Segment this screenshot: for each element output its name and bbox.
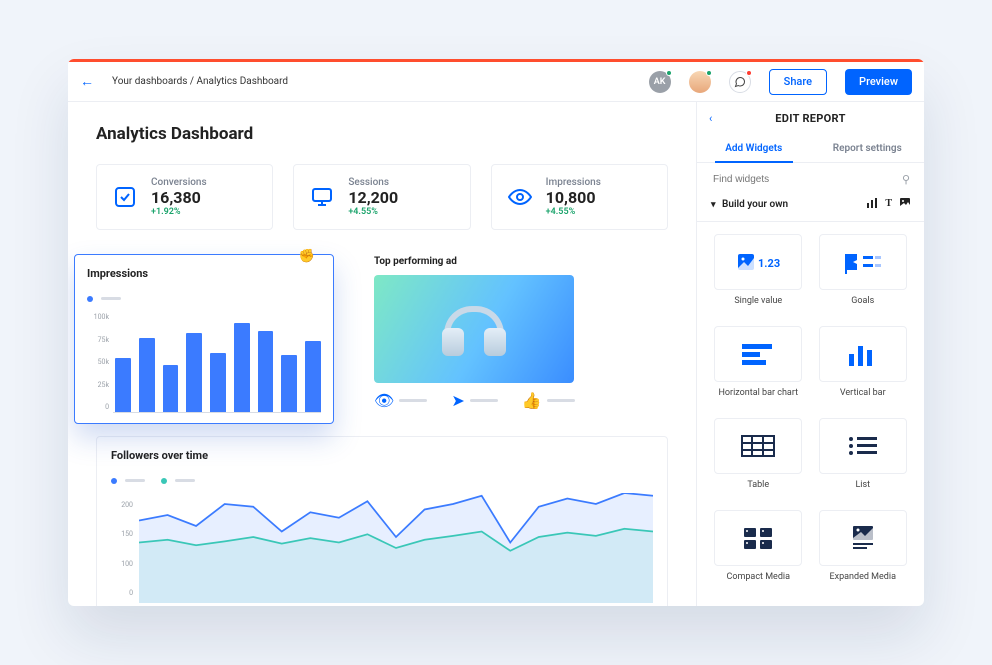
top-ad-card[interactable]: Top performing ad 👁 ➤ 👍 (374, 252, 668, 410)
bar (210, 353, 226, 413)
back-arrow-icon[interactable]: ← (80, 73, 94, 90)
impressions-bar-chart: 100k75k50k25k0 (87, 313, 321, 413)
widget-vertical-bar[interactable]: Vertical bar (816, 326, 911, 408)
bar (186, 333, 202, 413)
kpi-change: +4.55% (546, 207, 601, 217)
widget-list[interactable]: Compact Media List (816, 418, 911, 500)
search-icon: ⚲ (902, 173, 910, 186)
chevron-down-icon: ▾ (711, 200, 716, 210)
kpi-row: Conversions 16,380 +1.92% Sessions 12,20… (96, 164, 668, 230)
widget-compact-media[interactable]: Compact Media (711, 510, 806, 592)
svg-text:1.23: 1.23 (758, 257, 780, 270)
legend-bar-icon (101, 297, 121, 300)
widget-expanded-media[interactable]: Expanded Media (816, 510, 911, 592)
bar (163, 365, 179, 413)
kpi-sessions[interactable]: Sessions 12,200 +4.55% (293, 164, 470, 230)
widget-goals[interactable]: Goals (816, 234, 911, 316)
widget-table[interactable]: Table (711, 418, 806, 500)
followers-chart-card[interactable]: Followers over time 2001501000 (96, 436, 668, 606)
bar (139, 338, 155, 413)
widget-horizontal-bar[interactable]: Horizontal bar chart (711, 326, 806, 408)
impressions-chart-card[interactable]: ✊ Impressions 100k75k50k25k0 (74, 254, 334, 424)
main-content: Analytics Dashboard Conversions 16,380 +… (68, 102, 696, 606)
widget-grid: 1.23 Single value Goals Horizontal bar c… (697, 222, 924, 606)
tab-report-settings[interactable]: Report settings (811, 135, 925, 162)
avatar-initials: AK (654, 77, 666, 87)
bar-chart-icon[interactable] (867, 198, 877, 211)
app-window: ← Your dashboards / Analytics Dashboard … (68, 59, 924, 606)
legend-bar-icon (125, 479, 145, 482)
widget-search[interactable]: ⚲ (697, 163, 924, 192)
notification-dot-icon (746, 70, 752, 76)
kpi-conversions[interactable]: Conversions 16,380 +1.92% (96, 164, 273, 230)
avatar-user-1[interactable]: AK (649, 71, 671, 93)
card-title: Impressions (87, 267, 321, 280)
breadcrumb[interactable]: Your dashboards / Analytics Dashboard (112, 76, 288, 87)
kpi-value: 10,800 (546, 188, 601, 207)
monitor-icon (308, 183, 336, 211)
kpi-impressions[interactable]: Impressions 10,800 +4.55% (491, 164, 668, 230)
widget-single-value[interactable]: 1.23 Single value (711, 234, 806, 316)
kpi-label: Impressions (546, 177, 601, 188)
legend-dot-icon (111, 478, 117, 484)
legend-dot-icon (161, 478, 167, 484)
kpi-change: +1.92% (151, 207, 207, 217)
tab-add-widgets[interactable]: Add Widgets (697, 135, 811, 162)
page-title: Analytics Dashboard (96, 124, 668, 144)
kpi-label: Conversions (151, 177, 207, 188)
status-dot-icon (706, 70, 712, 76)
search-input[interactable] (711, 173, 902, 186)
panel-title: EDIT REPORT (775, 112, 845, 125)
avatar-user-2[interactable] (689, 71, 711, 93)
chevron-left-icon[interactable]: ‹ (709, 112, 712, 125)
card-title: Followers over time (111, 449, 653, 462)
bar (258, 331, 274, 413)
bar (234, 323, 250, 413)
thumbs-up-icon: 👍 (522, 391, 542, 410)
header-bar: ← Your dashboards / Analytics Dashboard … (68, 62, 924, 102)
share-button[interactable]: Share (769, 69, 827, 95)
image-icon[interactable] (900, 198, 910, 211)
bar (115, 358, 131, 413)
kpi-change: +4.55% (348, 207, 398, 217)
bar (281, 355, 297, 413)
bar (305, 341, 321, 413)
kpi-value: 12,200 (348, 188, 398, 207)
legend-bar-icon (175, 479, 195, 482)
eye-icon (506, 183, 534, 211)
edit-report-panel: ‹ EDIT REPORT Add Widgets Report setting… (696, 102, 924, 606)
cursor-icon: ➤ (451, 391, 464, 410)
legend-dot-icon (87, 296, 93, 302)
kpi-label: Sessions (348, 177, 398, 188)
kpi-value: 16,380 (151, 188, 207, 207)
followers-line-chart: 2001501000 (111, 493, 653, 603)
grab-cursor-icon: ✊ (299, 249, 315, 264)
status-dot-icon (666, 70, 672, 76)
ad-image (374, 275, 574, 383)
ad-stats: 👁 ➤ 👍 (374, 391, 668, 410)
card-title: Top performing ad (374, 256, 668, 267)
build-your-own-toggle[interactable]: ▾ Build your own (711, 199, 788, 210)
checkbox-icon (111, 183, 139, 211)
eye-icon: 👁 (374, 391, 394, 410)
text-icon[interactable]: T (885, 198, 892, 211)
preview-button[interactable]: Preview (845, 69, 912, 95)
chat-icon[interactable] (729, 71, 751, 93)
